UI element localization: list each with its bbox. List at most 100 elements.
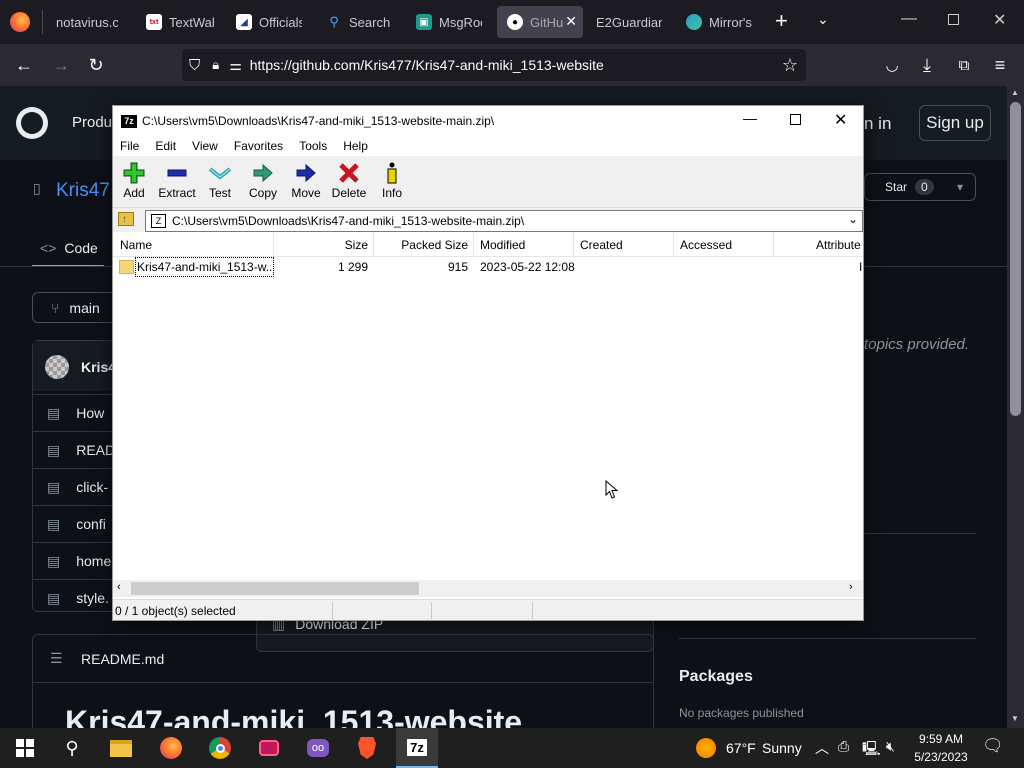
menu-file[interactable]: File (113, 136, 147, 156)
sign-in-link[interactable]: n in (864, 114, 891, 134)
menu-edit[interactable]: Edit (147, 136, 184, 156)
new-tab-icon[interactable]: + (775, 10, 788, 32)
firefox-icon[interactable] (10, 12, 30, 32)
chevron-up-icon[interactable]: ︿ (815, 738, 829, 758)
add-label: Add (123, 186, 145, 200)
move-button[interactable]: Move (282, 160, 330, 206)
back-icon[interactable]: ← (11, 52, 37, 78)
author-name[interactable]: Kris4 (81, 359, 116, 375)
address-combobox[interactable]: Z C:\Users\vm5\Downloads\Kris47-and-miki… (145, 210, 863, 232)
scrollbar-thumb[interactable] (131, 582, 419, 595)
product-menu[interactable]: Produ (72, 114, 112, 131)
tab-code[interactable]: <> Code (32, 230, 104, 267)
lock-icon[interactable]: 🔒︎ (212, 57, 219, 73)
horizontal-scrollbar[interactable]: ‹ › (113, 580, 863, 597)
branch-select[interactable]: ⑂ main (32, 292, 122, 323)
row-name-text: Kris47-and-miki_1513-w... (137, 260, 274, 274)
permissions-icon[interactable]: ⚌ (229, 57, 242, 74)
column-accessed[interactable]: Accessed (674, 232, 774, 257)
minimize-icon[interactable]: — (743, 110, 757, 126)
copy-button[interactable]: Copy (239, 160, 287, 206)
scroll-left-icon[interactable]: ‹ (117, 581, 121, 593)
star-button[interactable]: Star 0 ▾ (864, 173, 976, 201)
column-packed-size[interactable]: Packed Size (374, 232, 474, 257)
menu-view[interactable]: View (184, 136, 226, 156)
readme-label[interactable]: README.md (81, 651, 164, 667)
weather-temp[interactable]: 67°F (726, 740, 756, 756)
officials-icon: ◢ (236, 14, 252, 30)
tab-mirror[interactable]: Mirror's (676, 6, 772, 38)
network-icon[interactable]: 🖳︎ (862, 738, 881, 762)
repo-owner-link[interactable]: Kris47 (56, 180, 110, 202)
page-scrollbar[interactable]: ▲ ▼ (1007, 86, 1024, 728)
row-name[interactable]: Kris47-and-miki_1513-w... (135, 257, 274, 277)
tab-textwall[interactable]: txt TextWall (136, 6, 224, 38)
meta-app-icon[interactable]: oo (302, 732, 334, 764)
bookmark-star-icon[interactable]: ☆ (782, 55, 798, 76)
download-icon[interactable]: ⤓ (914, 52, 940, 78)
extract-button[interactable]: Extract (153, 160, 201, 206)
menu-favorites[interactable]: Favorites (226, 136, 291, 156)
file-explorer-icon[interactable] (105, 732, 137, 764)
restore-icon[interactable] (948, 14, 959, 25)
close-icon[interactable]: ✕ (565, 13, 577, 30)
chevron-down-icon[interactable]: ⌄ (848, 212, 858, 226)
delete-button[interactable]: Delete (325, 160, 373, 206)
volume-muted-icon[interactable]: 🔇︎ (886, 738, 895, 755)
column-attributes[interactable]: Attribute (774, 232, 863, 257)
tab-officials[interactable]: ◢ Officials (226, 6, 312, 38)
list-tabs-chevron-icon[interactable]: ⌄ (817, 11, 829, 28)
address-text[interactable]: C:\Users\vm5\Downloads\Kris47-and-miki_1… (172, 214, 524, 228)
scroll-down-icon[interactable]: ▼ (1011, 714, 1019, 723)
column-created[interactable]: Created (574, 232, 674, 257)
forward-icon[interactable]: → (48, 52, 74, 78)
add-button[interactable]: Add (110, 160, 158, 206)
column-size[interactable]: Size (274, 232, 374, 257)
tab-github[interactable]: ● GitHu ✕ (497, 6, 583, 38)
close-window-icon[interactable]: ✕ (993, 10, 1006, 30)
clock-date[interactable]: 5/23/2023 (908, 750, 974, 764)
scroll-up-icon[interactable]: ▲ (1011, 88, 1019, 97)
url-text[interactable]: https://github.com/Kris477/Kris47-and-mi… (250, 57, 604, 73)
search-icon[interactable]: ⚲ (56, 732, 88, 764)
pocket-icon[interactable]: ◡ (879, 52, 905, 78)
list-icon[interactable]: ☰ (50, 650, 63, 667)
column-modified[interactable]: Modified (474, 232, 574, 257)
extensions-icon[interactable]: ⧉ (951, 52, 977, 78)
reload-icon[interactable]: ↻ (83, 52, 109, 78)
printer-icon[interactable]: ⎙ (838, 738, 849, 755)
sun-icon[interactable] (696, 738, 716, 758)
menu-icon[interactable]: ≡ (987, 52, 1013, 78)
clock-time[interactable]: 9:59 AM (916, 732, 966, 746)
packages-heading[interactable]: Packages (679, 668, 753, 686)
minimize-icon[interactable]: — (901, 10, 917, 28)
column-name[interactable]: Name (113, 232, 274, 257)
menu-tools[interactable]: Tools (291, 136, 335, 156)
brave-icon[interactable] (351, 732, 383, 764)
close-icon[interactable]: ✕ (834, 110, 847, 130)
maximize-icon[interactable] (790, 114, 801, 125)
chrome-icon[interactable] (204, 732, 236, 764)
info-button[interactable]: Info (368, 160, 416, 206)
tab-msgroom[interactable]: ▣ MsgRoo (406, 6, 492, 38)
screen-recorder-icon[interactable] (253, 732, 285, 764)
column-label: Created (580, 237, 623, 252)
firefox-icon[interactable] (155, 732, 187, 764)
7zip-title-bar[interactable]: 7z C:\Users\vm5\Downloads\Kris47-and-mik… (113, 106, 863, 136)
file-name: home (76, 553, 112, 569)
tab-e2guardian[interactable]: E2Guardian (586, 6, 672, 38)
tab-notavirus[interactable]: notavirus.co (46, 6, 128, 38)
url-bar[interactable]: ⛉ 🔒︎ ⚌ https://github.com/Kris477/Kris47… (182, 49, 806, 81)
test-button[interactable]: Test (196, 160, 244, 206)
shield-icon[interactable]: ⛉ (189, 57, 200, 74)
windows-start-icon[interactable] (9, 732, 41, 764)
scroll-right-icon[interactable]: › (849, 581, 853, 593)
tab-search[interactable]: ⚲ Search - (316, 6, 402, 38)
notifications-icon[interactable]: 🗨︎ (982, 736, 1004, 756)
sign-up-button[interactable]: Sign up (919, 105, 991, 141)
weather-text[interactable]: Sunny (762, 740, 802, 756)
7zip-taskbar-button[interactable]: 7z (396, 728, 438, 768)
menu-help[interactable]: Help (335, 136, 376, 156)
table-row[interactable]: Kris47-and-miki_1513-w... 1 299 915 2023… (113, 257, 863, 277)
scrollbar-thumb[interactable] (1010, 102, 1021, 416)
